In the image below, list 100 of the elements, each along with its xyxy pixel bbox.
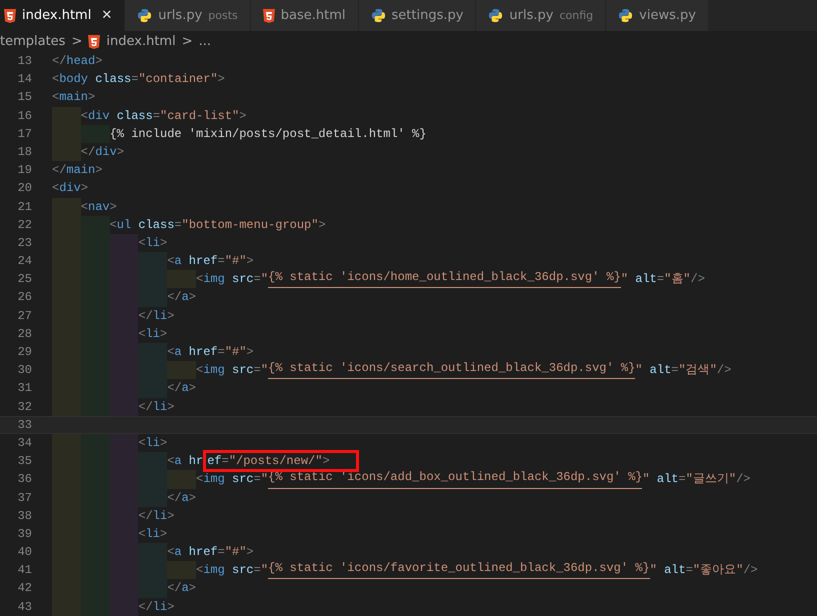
code-token: = (222, 454, 229, 468)
code-token: a (174, 544, 182, 562)
html5-shield-icon (262, 8, 275, 22)
editor-tab[interactable]: index.html ✕ (0, 0, 126, 31)
code-token: {% static 'icons/favorite_outlined_black_36dp.svg' %} (268, 561, 650, 580)
code-token: </ (167, 380, 182, 398)
code-token: " (260, 471, 268, 488)
line-number: 22 (16, 216, 32, 234)
line-number: 38 (16, 508, 32, 525)
line-number: 43 (16, 598, 32, 616)
code-token: href (188, 344, 218, 361)
line-number: 15 (16, 89, 32, 106)
editor-tab[interactable]: settings.py (358, 0, 476, 31)
code-token: "좋아요" (692, 562, 744, 580)
code-token: > (188, 289, 196, 306)
code-token: > (246, 544, 254, 562)
code-token: > (246, 253, 254, 270)
code-token: </ (138, 508, 153, 525)
code-token: < (138, 434, 146, 452)
code-token: hr (188, 453, 204, 470)
code-token: main (59, 89, 88, 106)
line-number: 23 (16, 234, 32, 252)
tab-label: views.py (639, 8, 696, 23)
code-token: li (146, 326, 160, 343)
code-token: src (230, 362, 254, 380)
line-number: 14 (16, 71, 32, 88)
code-token: = (671, 362, 678, 380)
code-token: img (203, 471, 225, 488)
python-logo-icon (618, 8, 634, 23)
line-number: 13 (16, 53, 32, 70)
code-token: = (254, 471, 261, 488)
code-token: a (174, 453, 182, 470)
file-breadcrumb[interactable]: index.html (106, 34, 176, 49)
code-token: < (80, 108, 88, 125)
code-token: " (635, 362, 642, 380)
code-token: div (59, 180, 81, 198)
code-token: > (188, 380, 196, 398)
code-token: > (110, 198, 117, 216)
code-token: div (95, 144, 117, 161)
code-token: src (230, 471, 254, 488)
folder-breadcrumb[interactable]: templates (0, 34, 66, 49)
line-number: 36 (16, 471, 32, 488)
more-breadcrumb[interactable]: ... (198, 34, 211, 49)
code-token: alt (663, 562, 686, 580)
code-token: " (642, 471, 650, 488)
editor-tab[interactable]: urls.py posts (125, 0, 251, 31)
code-token: src (230, 271, 254, 288)
code-token: a (182, 580, 189, 598)
code-token: li (146, 434, 160, 452)
code-token: < (167, 344, 174, 361)
code-token: a (174, 253, 182, 270)
line-number: 40 (16, 544, 32, 562)
code-token: /> (743, 562, 758, 580)
tab-label: settings.py (392, 8, 464, 23)
code-token: li (152, 398, 168, 416)
code-token: </ (167, 289, 182, 306)
code-token: "container" (138, 71, 218, 88)
code-token: > (160, 526, 168, 543)
code-token: div (88, 108, 110, 125)
code-token: li (146, 526, 160, 543)
line-number: 20 (16, 180, 32, 198)
line-number: 19 (16, 162, 32, 180)
code-token: = (678, 471, 686, 488)
code-token: > (167, 398, 174, 416)
editor-tab[interactable]: urls.py config (476, 0, 606, 31)
line-number: 24 (16, 253, 32, 270)
code-token: class (116, 108, 153, 125)
code-token: </ (52, 162, 66, 180)
code-token: = (254, 271, 261, 288)
editor-tab[interactable]: views.py (606, 0, 709, 31)
code-token: > (188, 580, 196, 598)
code-token: < (196, 471, 204, 488)
code-token: < (80, 198, 88, 216)
breadcrumb-separator: > (182, 34, 193, 49)
code-token: a (182, 289, 189, 306)
code-token: li (146, 234, 160, 252)
code-token: " (260, 362, 268, 380)
line-number: 34 (16, 434, 32, 452)
code-token: = (254, 362, 261, 380)
code-token: > (167, 598, 174, 616)
close-icon[interactable]: ✕ (101, 8, 112, 23)
line-number: 41 (16, 562, 32, 580)
code-token: < (196, 562, 204, 580)
code-token: > (95, 53, 102, 70)
line-number: 26 (16, 289, 32, 306)
line-number: 39 (16, 526, 32, 543)
code-token: = (152, 108, 160, 125)
line-number: 18 (16, 144, 32, 161)
code-token: > (246, 344, 254, 361)
code-token: < (167, 253, 174, 270)
code-token: < (52, 180, 60, 198)
code-token: main (66, 162, 96, 180)
code-token: > (318, 216, 326, 234)
code-token: alt (634, 271, 657, 288)
code-token: = (686, 562, 693, 580)
code-token: img (203, 562, 225, 580)
python-logo-icon (488, 8, 504, 23)
code-token: /> (716, 362, 732, 380)
code-token: = (131, 71, 138, 88)
editor-tab[interactable]: base.html (250, 0, 358, 31)
